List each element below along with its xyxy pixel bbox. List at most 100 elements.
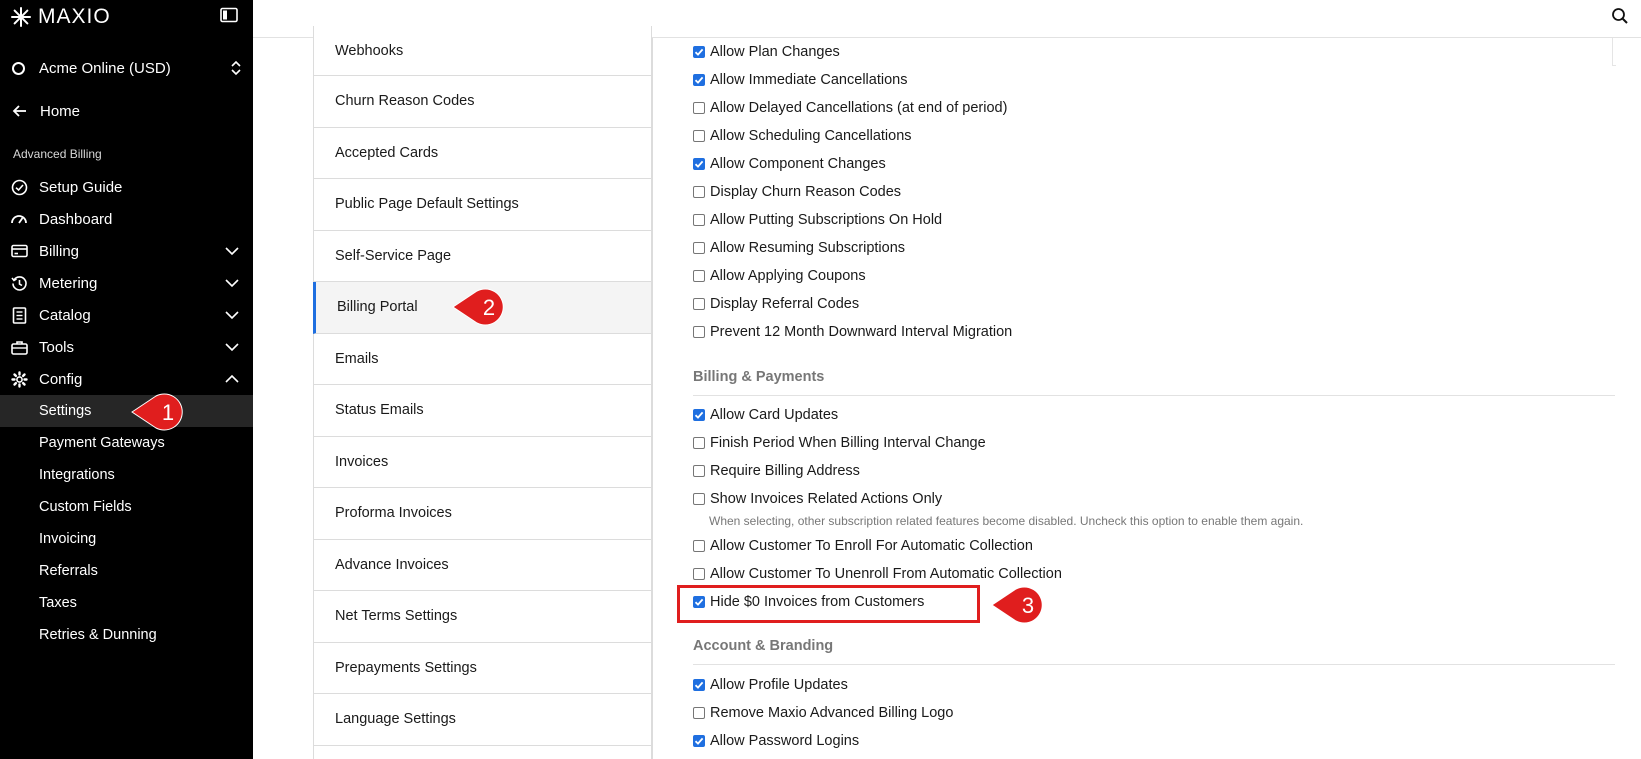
- sidebar-subitem-retries-dunning[interactable]: Retries & Dunning: [0, 619, 253, 651]
- checkbox[interactable]: [693, 679, 705, 691]
- option-display-churn-reason-codes[interactable]: Display Churn Reason Codes: [693, 184, 901, 200]
- checkbox[interactable]: [693, 493, 705, 505]
- sidebar-item-dashboard[interactable]: Dashboard: [0, 203, 253, 235]
- settings-menu-item[interactable]: Churn Reason Codes: [314, 76, 651, 128]
- account-switcher[interactable]: Acme Online (USD): [12, 56, 242, 80]
- checkbox[interactable]: [693, 735, 705, 747]
- home-label: Home: [40, 102, 81, 120]
- option-label: Finish Period When Billing Interval Chan…: [710, 435, 986, 451]
- sidebar-collapse-icon[interactable]: [220, 7, 238, 23]
- option-prevent-downward-migration[interactable]: Prevent 12 Month Downward Interval Migra…: [693, 324, 1012, 340]
- home-link[interactable]: Home: [12, 99, 80, 123]
- sidebar-subitem-taxes[interactable]: Taxes: [0, 587, 253, 619]
- sidebar-item-metering[interactable]: Metering: [0, 267, 253, 299]
- settings-menu-item[interactable]: Advance Invoices: [314, 540, 651, 591]
- sidebar: MAXIO Acme Online (USD) Home Advanced Bi…: [0, 0, 253, 759]
- chevron-down-icon: [225, 279, 239, 288]
- option-allow-immediate-cancellations[interactable]: Allow Immediate Cancellations: [693, 72, 907, 88]
- checkbox[interactable]: [693, 270, 705, 282]
- option-allow-scheduling-cancellations[interactable]: Allow Scheduling Cancellations: [693, 128, 912, 144]
- section-heading-billing-payments: Billing & Payments: [693, 369, 825, 385]
- checkbox[interactable]: [693, 437, 705, 449]
- sidebar-subitem-invoicing[interactable]: Invoicing: [0, 523, 253, 555]
- chevron-down-icon: [225, 343, 239, 352]
- option-allow-delayed-cancellations[interactable]: Allow Delayed Cancellations (at end of p…: [693, 100, 1007, 116]
- option-unenroll-automatic-collection[interactable]: Allow Customer To Unenroll From Automati…: [693, 566, 1062, 582]
- card-icon: [10, 244, 28, 258]
- settings-menu-item[interactable]: Self-Service Page: [314, 231, 651, 282]
- section-divider: [693, 664, 1615, 665]
- sidebar-item-label: Config: [39, 370, 83, 388]
- option-label: Display Referral Codes: [710, 296, 860, 312]
- sidebar-item-label: Metering: [39, 274, 98, 292]
- account-name: Acme Online (USD): [39, 59, 171, 77]
- arrow-left-icon: [12, 105, 26, 117]
- sidebar-subitem-custom-fields[interactable]: Custom Fields: [0, 491, 253, 523]
- option-finish-period[interactable]: Finish Period When Billing Interval Chan…: [693, 435, 986, 451]
- option-require-billing-address[interactable]: Require Billing Address: [693, 463, 860, 479]
- option-remove-logo[interactable]: Remove Maxio Advanced Billing Logo: [693, 705, 953, 721]
- billing-portal-settings: Allow Plan Changes Allow Immediate Cance…: [679, 38, 1615, 759]
- option-show-invoices-only[interactable]: Show Invoices Related Actions Only: [693, 491, 942, 507]
- option-display-referral-codes[interactable]: Display Referral Codes: [693, 296, 859, 312]
- sidebar-item-catalog[interactable]: Catalog: [0, 299, 253, 331]
- checkbox[interactable]: [693, 242, 705, 254]
- settings-menu-item[interactable]: Emails: [314, 334, 651, 385]
- settings-menu-item[interactable]: Language Settings: [314, 694, 651, 746]
- settings-menu-item[interactable]: Public Page Default Settings: [314, 179, 651, 231]
- checkbox[interactable]: [693, 707, 705, 719]
- settings-menu-item[interactable]: Prepayments Settings: [314, 643, 651, 694]
- option-label: Require Billing Address: [710, 463, 860, 479]
- settings-menu-item[interactable]: Accepted Cards: [314, 128, 651, 179]
- sidebar-subitem-integrations[interactable]: Integrations: [0, 459, 253, 491]
- checkbox[interactable]: [693, 102, 705, 114]
- maxio-logo-icon: [11, 7, 31, 27]
- checkbox[interactable]: [693, 568, 705, 580]
- option-allow-component-changes[interactable]: Allow Component Changes: [693, 156, 886, 172]
- checkbox[interactable]: [693, 298, 705, 310]
- option-allow-resuming[interactable]: Allow Resuming Subscriptions: [693, 240, 905, 256]
- checkbox[interactable]: [693, 46, 705, 58]
- settings-menu-item[interactable]: Webhooks: [314, 26, 651, 76]
- option-allow-profile-updates[interactable]: Allow Profile Updates: [693, 677, 848, 693]
- option-label: Allow Immediate Cancellations: [710, 72, 908, 88]
- brand-name: MAXIO: [38, 5, 111, 28]
- option-enroll-automatic-collection[interactable]: Allow Customer To Enroll For Automatic C…: [693, 538, 1033, 554]
- account-status-icon: [12, 61, 25, 75]
- checkbox[interactable]: [693, 465, 705, 477]
- sidebar-item-billing[interactable]: Billing: [0, 235, 253, 267]
- section-label: Advanced Billing: [13, 147, 102, 161]
- option-allow-password-logins[interactable]: Allow Password Logins: [693, 733, 859, 749]
- checkbox[interactable]: [693, 326, 705, 338]
- option-allow-plan-changes[interactable]: Allow Plan Changes: [693, 44, 840, 60]
- checkbox[interactable]: [693, 186, 705, 198]
- sidebar-item-tools[interactable]: Tools: [0, 331, 253, 363]
- sidebar-subitem-settings[interactable]: Settings: [0, 395, 253, 427]
- section-divider: [693, 395, 1615, 396]
- option-allow-card-updates[interactable]: Allow Card Updates: [693, 407, 838, 423]
- checkbox[interactable]: [693, 214, 705, 226]
- sidebar-item-config[interactable]: Config: [0, 363, 253, 395]
- settings-menu-item[interactable]: Invoices: [314, 437, 651, 488]
- settings-menu-item[interactable]: Status Emails: [314, 385, 651, 437]
- sidebar-subitem-payment-gateways[interactable]: Payment Gateways: [0, 427, 253, 459]
- option-label: Display Churn Reason Codes: [710, 184, 902, 200]
- checkbox[interactable]: [693, 74, 705, 86]
- checkbox[interactable]: [693, 130, 705, 142]
- option-allow-coupons[interactable]: Allow Applying Coupons: [693, 268, 866, 284]
- option-label: Show Invoices Related Actions Only: [710, 491, 943, 507]
- sidebar-subitem-referrals[interactable]: Referrals: [0, 555, 253, 587]
- option-allow-on-hold[interactable]: Allow Putting Subscriptions On Hold: [693, 212, 942, 228]
- settings-menu-item[interactable]: Proforma Invoices: [314, 488, 651, 540]
- checkbox[interactable]: [693, 540, 705, 552]
- app-window: MAXIO Acme Online (USD) Home Advanced Bi…: [0, 0, 1641, 759]
- sidebar-item-setup-guide[interactable]: Setup Guide: [0, 171, 253, 203]
- checkbox[interactable]: [693, 158, 705, 170]
- search-icon[interactable]: [1611, 7, 1629, 25]
- settings-menu-item[interactable]: Net Terms Settings: [314, 591, 651, 643]
- checkbox[interactable]: [693, 409, 705, 421]
- option-label: Prevent 12 Month Downward Interval Migra…: [710, 324, 1013, 340]
- option-label: Allow Applying Coupons: [710, 268, 866, 284]
- brand[interactable]: MAXIO: [10, 5, 111, 29]
- content-divider: [652, 38, 653, 759]
